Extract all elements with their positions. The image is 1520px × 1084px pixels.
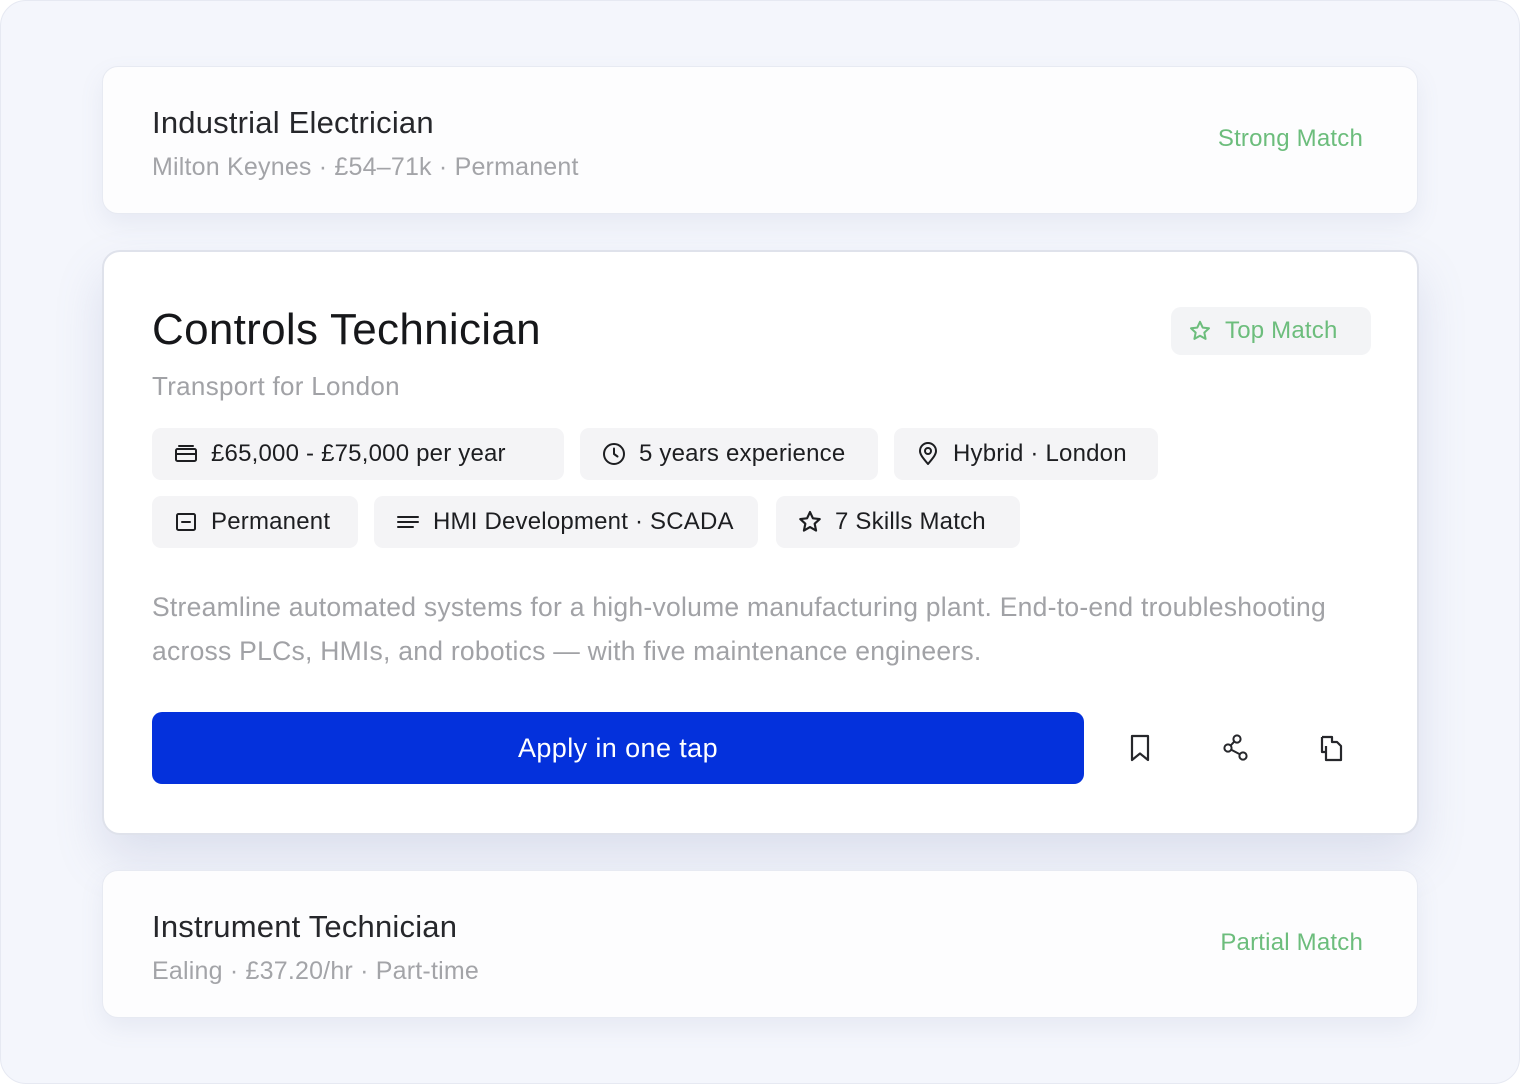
- job-title: Industrial Electrician: [152, 105, 434, 140]
- share-icon: [1223, 734, 1248, 761]
- clock-icon: [603, 443, 625, 465]
- badge-label: Top Match: [1225, 317, 1338, 344]
- lines-icon: [397, 516, 419, 528]
- job-meta: Milton Keynes · £54–71k · Permanent: [152, 153, 579, 181]
- bookmark-icon: [1130, 734, 1150, 762]
- job-description: Streamline automated systems for a high-…: [152, 592, 1326, 666]
- company-name: Transport for London: [152, 371, 400, 401]
- job-card-instrument-technician[interactable]: Instrument Technician Ealing · £37.20/hr…: [102, 870, 1418, 1018]
- apply-button[interactable]: Apply in one tap: [152, 712, 1084, 784]
- copy-icon: [1320, 735, 1343, 762]
- top-match-badge: Top Match: [1171, 307, 1371, 355]
- job-title: Controls Technician: [152, 305, 541, 354]
- match-label: Strong Match: [1217, 125, 1363, 152]
- star-icon: [1190, 320, 1210, 340]
- job-card-industrial-electrician[interactable]: Industrial Electrician Milton Keynes · £…: [102, 66, 1418, 214]
- experience-chip: 5 years experience: [580, 428, 878, 480]
- chip-label: 7 Skills Match: [835, 508, 986, 535]
- copy-button[interactable]: [1308, 724, 1356, 772]
- chip-label: Permanent: [211, 508, 331, 535]
- salary-chip: £65,000 - £75,000 per year: [152, 428, 564, 480]
- skills-match-chip: 7 Skills Match: [776, 496, 1020, 548]
- chip-label: HMI Development · SCADA: [433, 508, 734, 535]
- job-meta: Ealing · £37.20/hr · Part-time: [152, 957, 479, 985]
- job-list-panel: Industrial Electrician Milton Keynes · £…: [0, 0, 1520, 1084]
- job-title: Instrument Technician: [152, 909, 458, 944]
- calendar-icon: [176, 513, 196, 531]
- location-pin-icon: [919, 442, 937, 465]
- job-card-controls-technician: Controls Technician Transport for London…: [102, 250, 1419, 835]
- contract-chip: Permanent: [152, 496, 358, 548]
- chip-label: Hybrid · London: [953, 440, 1127, 467]
- skills-chip: HMI Development · SCADA: [374, 496, 758, 548]
- wallet-icon: [175, 445, 197, 462]
- chip-label: 5 years experience: [639, 440, 846, 467]
- location-chip: Hybrid · London: [894, 428, 1158, 480]
- chip-label: £65,000 - £75,000 per year: [211, 440, 506, 467]
- match-label: Partial Match: [1220, 929, 1363, 956]
- share-button[interactable]: [1212, 724, 1260, 772]
- star-icon: [799, 510, 821, 532]
- save-button[interactable]: [1116, 724, 1164, 772]
